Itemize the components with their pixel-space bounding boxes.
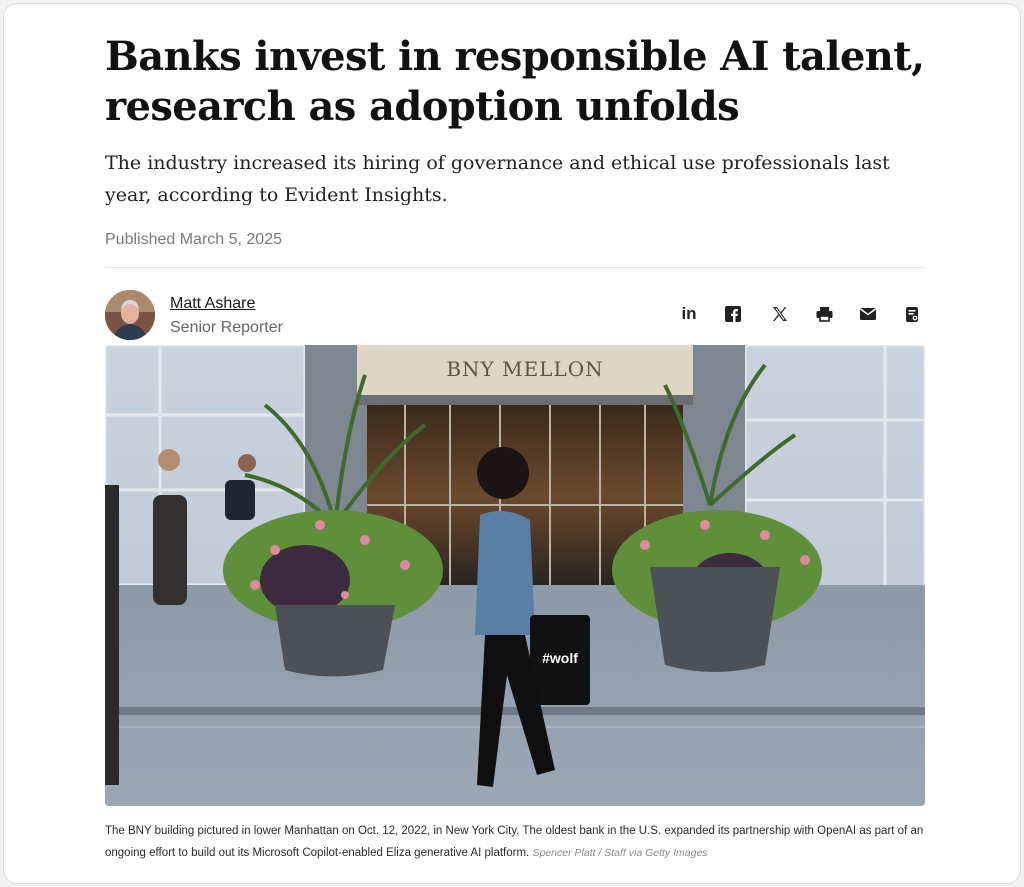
tote-bag-text: #wolf [542,650,578,666]
article-photo: BNY MELLON #wolf [105,345,925,806]
photo-caption: The BNY building pictured in lower Manha… [105,820,935,864]
bny-mellon-sign: BNY MELLON [446,357,603,381]
article-card: Banks invest in responsible AI talent, r… [3,3,1021,884]
author-name-link[interactable]: Matt Ashare [170,295,255,313]
photo-credit: Spencer Platt / Staff via Getty Images [532,847,708,859]
author-avatar[interactable] [105,290,155,340]
linkedin-label: in [681,304,697,323]
divider [105,267,925,268]
linkedin-icon[interactable]: in [677,302,701,326]
published-date: Published March 5, 2025 [105,231,282,248]
author-role: Senior Reporter [170,319,283,336]
caption-text: The BNY building pictured in lower Manha… [105,825,924,859]
facebook-icon[interactable] [721,302,745,326]
email-icon[interactable] [856,302,880,326]
x-icon[interactable] [768,302,792,326]
article-dek: The industry increased its hiring of gov… [105,152,890,206]
print-icon[interactable] [812,302,836,326]
article-headline: Banks invest in responsible AI talent, r… [105,33,925,130]
clipboard-icon[interactable] [900,302,924,326]
